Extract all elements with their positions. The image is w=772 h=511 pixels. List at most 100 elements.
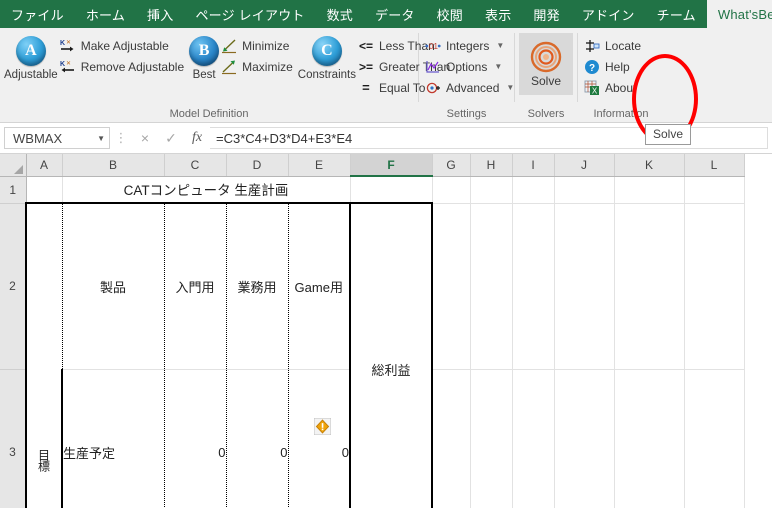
ribbon-tab-review[interactable]: 校閲 <box>426 0 474 28</box>
ribbon-tab-formulas[interactable]: 数式 <box>316 0 364 28</box>
about-button[interactable]: X About <box>582 77 646 98</box>
cell-j3[interactable] <box>554 369 615 508</box>
options-button[interactable]: Options ▼ <box>423 56 519 77</box>
make-adjustable-button[interactable]: K ✕ Make Adjustable <box>58 35 189 56</box>
cell-h2[interactable] <box>470 203 513 370</box>
column-header-g[interactable]: G <box>432 154 471 177</box>
column-header-a[interactable]: A <box>26 154 63 177</box>
cell-g3[interactable] <box>432 369 471 508</box>
column-header-h[interactable]: H <box>470 154 513 177</box>
cell-h1[interactable] <box>470 176 513 204</box>
remove-adjustable-button[interactable]: K ✕ Remove Adjustable <box>58 56 189 77</box>
cell-f2-total-profit-header[interactable]: 総利益 <box>350 201 433 508</box>
ribbon-tab-addins[interactable]: アドイン <box>571 0 646 28</box>
cell-l2[interactable] <box>684 203 745 370</box>
ribbon-tab-home[interactable]: ホーム <box>75 0 136 28</box>
best-button[interactable]: B Best <box>189 31 220 81</box>
cell-d3[interactable]: 0 <box>226 368 289 508</box>
cell-e3[interactable]: 0 <box>288 368 351 508</box>
integers-button[interactable]: 01 Integers ▼ <box>423 35 519 56</box>
cell-d2[interactable]: 業務用 <box>226 201 289 370</box>
cell-c2[interactable]: 入門用 <box>164 201 227 370</box>
adjustable-button[interactable]: A Adjustable <box>4 31 58 81</box>
cell-i3[interactable] <box>512 369 555 508</box>
svg-text:K: K <box>60 61 65 68</box>
solve-tooltip: Solve <box>645 124 692 145</box>
cell-g2[interactable] <box>432 203 471 370</box>
ribbon-tab-data[interactable]: データ <box>364 0 426 28</box>
ribbon-tab-developer[interactable]: 開発 <box>522 0 570 28</box>
cell-b2[interactable]: 製品 <box>62 201 165 370</box>
cell-k3[interactable] <box>614 369 685 508</box>
cell-f1[interactable] <box>350 176 433 204</box>
ribbon-tab-page-layout[interactable]: ページ レイアウト <box>184 0 315 28</box>
advanced-button[interactable]: Advanced ▼ <box>423 77 519 98</box>
cell-b3[interactable]: 生産予定 <box>61 368 165 508</box>
options-chart-icon <box>425 59 441 75</box>
column-header-f[interactable]: F <box>350 154 433 177</box>
about-label: About <box>605 80 637 95</box>
name-box-value: WBMAX <box>13 130 63 146</box>
cell-l3[interactable] <box>684 369 745 508</box>
ribbon-tab-bar: ファイル ホーム 挿入 ページ レイアウト 数式 データ 校閲 表示 開発 アド… <box>0 0 772 28</box>
ribbon-group-model-definition: A Adjustable K ✕ Make Adjustable K ✕ Rem… <box>0 28 450 122</box>
integers-chevron-down-icon[interactable]: ▼ <box>496 41 504 50</box>
name-box-chevron-down-icon[interactable]: ▼ <box>97 134 105 143</box>
column-header-c[interactable]: C <box>164 154 227 177</box>
cell-a2-vertical-label[interactable]: 目標 <box>25 202 63 508</box>
name-box[interactable]: WBMAX ▼ <box>4 127 110 149</box>
cell-k2[interactable] <box>614 203 685 370</box>
column-header-e[interactable]: E <box>288 154 351 177</box>
advanced-chevron-down-icon[interactable]: ▼ <box>506 83 514 92</box>
minimize-arrow-icon <box>221 38 237 54</box>
column-header-b[interactable]: B <box>62 154 165 177</box>
help-label: Help <box>605 59 630 74</box>
row-header-1[interactable]: 1 <box>0 176 27 204</box>
cell-a1[interactable] <box>26 176 63 204</box>
grid-table: A B C D E F G H I J K L 1 CATコンピュータ 生産計画 <box>0 154 745 508</box>
ribbon-group-settings: 01 Integers ▼ Options ▼ Advanced ▼ Setti… <box>419 28 514 122</box>
cell-j2[interactable] <box>554 203 615 370</box>
column-header-d[interactable]: D <box>226 154 289 177</box>
ribbon-tab-view[interactable]: 表示 <box>474 0 522 28</box>
column-header-l[interactable]: L <box>684 154 745 177</box>
cell-b1-title[interactable]: CATコンピュータ 生産計画 <box>62 176 351 204</box>
help-button[interactable]: ? Help <box>582 56 646 77</box>
column-header-k[interactable]: K <box>614 154 685 177</box>
warning-icon[interactable] <box>314 418 331 435</box>
minimize-button[interactable]: Minimize <box>219 35 298 56</box>
cell-g1[interactable] <box>432 176 471 204</box>
cell-h3[interactable] <box>470 369 513 508</box>
formula-bar-grip[interactable]: ⋮ <box>110 130 132 146</box>
cell-l1[interactable] <box>684 176 745 204</box>
locate-label: Locate <box>605 38 642 53</box>
solve-button[interactable]: Solve <box>519 33 573 95</box>
insert-function-icon[interactable]: fx <box>184 127 210 149</box>
constraints-button[interactable]: C Constraints <box>298 31 356 81</box>
locate-button[interactable]: Locate <box>582 35 646 56</box>
row-header-2[interactable]: 2 <box>0 203 27 370</box>
ribbon-tab-team[interactable]: チーム <box>646 0 707 28</box>
column-header-j[interactable]: J <box>554 154 615 177</box>
options-chevron-down-icon[interactable]: ▼ <box>494 62 502 71</box>
cell-i1[interactable] <box>512 176 555 204</box>
remove-adjustable-icon: K ✕ <box>60 59 76 75</box>
cell-c3[interactable]: 0 <box>164 368 227 508</box>
cell-e2[interactable]: Game用 <box>288 201 351 370</box>
ribbon-group-information: Locate ? Help X About Information <box>578 28 664 122</box>
svg-text:✕: ✕ <box>66 40 71 46</box>
maximize-button[interactable]: Maximize <box>219 56 298 77</box>
ribbon-tab-file[interactable]: ファイル <box>0 0 75 28</box>
solve-target-icon <box>530 41 562 72</box>
cell-k1[interactable] <box>614 176 685 204</box>
ribbon-tab-whatsbest[interactable]: What'sBest! <box>706 0 772 28</box>
cancel-icon[interactable]: × <box>132 127 158 149</box>
column-header-i[interactable]: I <box>512 154 555 177</box>
select-all-corner[interactable] <box>0 154 27 177</box>
ribbon-tab-insert[interactable]: 挿入 <box>136 0 184 28</box>
confirm-check-icon[interactable]: ✓ <box>158 127 184 149</box>
cell-i2[interactable] <box>512 203 555 370</box>
row-header-3[interactable]: 3 <box>0 369 27 508</box>
adjustable-commands: K ✕ Make Adjustable K ✕ Remove Adjustabl… <box>58 31 189 77</box>
cell-j1[interactable] <box>554 176 615 204</box>
